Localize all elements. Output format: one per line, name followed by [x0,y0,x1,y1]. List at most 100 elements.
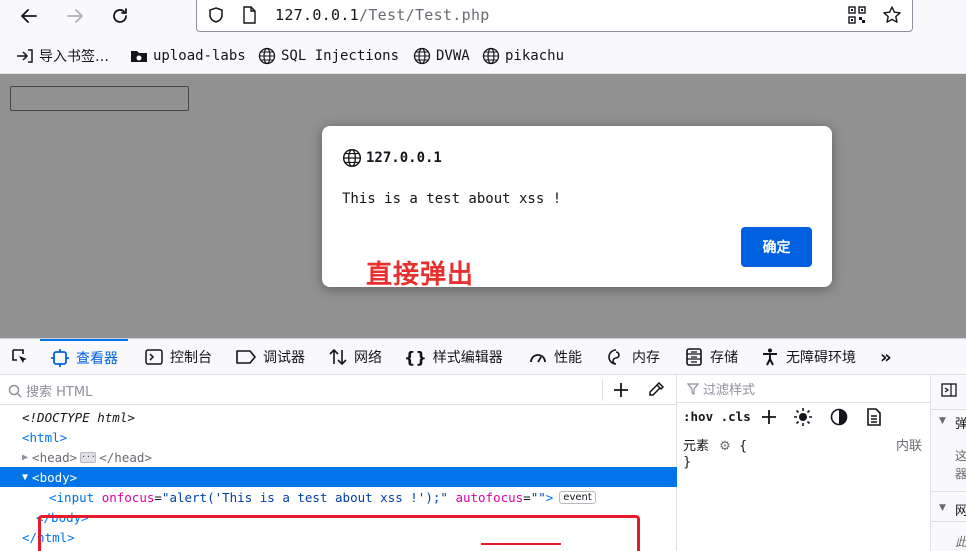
filter-placeholder: 过滤样式 [703,383,756,398]
element-label: 元素 [683,439,710,454]
inspector-icon [51,349,69,367]
arrow-right-icon [67,9,83,23]
tab-performance[interactable]: 性能 [528,339,582,375]
more-tabs-button[interactable]: » [880,339,892,375]
collapsed-ellipsis-icon[interactable]: ··· [80,451,97,463]
tag-name: input [56,489,95,505]
devtools-tabbar: 查看器 控制台 调试器 网络 {} 样式编辑器 性能 内存 存储 无障碍环境 » [0,339,966,375]
network-icon [329,348,347,366]
doctype-text: <!DOCTYPE html> [22,409,135,425]
annotation-highlight-box [38,515,640,551]
devtools-side-panel: ▼ 弹 这 器 ▼ 网 此 [930,375,966,551]
accessibility-icon [763,348,777,366]
bookmark-label: pikachu [505,48,565,64]
braces-icon: {} [404,347,427,367]
arrow-left-icon [21,9,37,23]
side-text: 器 [955,467,966,481]
side-section-label: 网 [955,504,966,519]
url-path: /Test/Test.php [358,6,490,24]
tab-label: 内存 [632,350,660,366]
bookmark-label: 导入书签… [39,49,109,65]
url-text[interactable]: 127.0.0.1/Test/Test.php [275,6,490,24]
tag-name: head [114,449,145,465]
bookmark-import[interactable]: 导入书签… [16,46,109,66]
url-bar[interactable]: 127.0.0.1/Test/Test.php [196,0,913,32]
eyedropper-icon[interactable] [647,381,665,399]
filter-styles-input[interactable]: 过滤样式 [677,375,930,403]
tree-line-input[interactable]: < input onfocus = "alert('This is a test ab… [0,487,677,507]
dark-mode-icon[interactable] [829,407,849,427]
triangle-down-icon[interactable]: ▼ [939,416,946,426]
rules-panel: 过滤样式 :hov .cls 元素 ⚙ { 内联 } [677,375,930,551]
tab-memory[interactable]: 内存 [606,339,660,375]
attr-name: autofocus [455,489,524,505]
forward-button[interactable] [60,3,90,29]
triangle-right-icon[interactable]: ▶ [22,452,28,463]
bookmark-pikachu[interactable]: pikachu [482,46,564,66]
dialog-origin: 127.0.0.1 [342,148,442,168]
bookmark-dvwa[interactable]: DVWA [413,46,470,66]
print-media-icon[interactable] [865,407,883,427]
attr-value: "" [530,489,546,505]
add-node-icon[interactable] [612,381,630,399]
panel-toggle-icon[interactable] [941,383,957,397]
tab-network[interactable]: 网络 [328,339,382,375]
debugger-icon [236,350,256,364]
folder-icon [131,51,147,62]
navigation-toolbar: 127.0.0.1/Test/Test.php [0,0,966,36]
triangle-down-icon[interactable]: ▼ [939,503,946,513]
tab-storage[interactable]: 存储 [684,339,738,375]
tree-line-html[interactable]: < html > [0,427,677,447]
tree-line-doctype[interactable]: <!DOCTYPE html> [0,407,677,427]
star-icon[interactable] [882,5,902,25]
tab-accessibility[interactable]: 无障碍环境 [760,339,856,375]
picker-icon [12,349,27,363]
back-button[interactable] [14,3,44,29]
tag-name: body [39,469,70,485]
rules-list: 元素 ⚙ { 内联 } [683,435,928,473]
ok-button[interactable]: 确定 [741,227,812,267]
inline-label: 内联 [895,439,922,454]
divider [931,521,966,522]
annotation-text: 直接弹出 [366,260,475,290]
page-icon[interactable] [241,6,257,24]
tab-label: 存储 [710,350,738,366]
hov-cls-toggle[interactable]: :hov .cls [683,409,751,424]
sun-icon[interactable] [793,407,813,427]
tab-label: 查看器 [76,351,118,367]
tree-line-head[interactable]: ▶ < head > ··· </head > [0,447,677,467]
globe-icon [413,47,431,65]
tab-style-editor[interactable]: {} 样式编辑器 [404,339,503,375]
triangle-down-icon[interactable]: ▼ [22,472,28,483]
rules-toolbar: :hov .cls [677,403,930,431]
search-icon [8,384,22,398]
bookmark-upload-labs[interactable]: upload-labs [130,46,246,66]
memory-icon [608,349,620,365]
qr-code-icon[interactable] [848,6,866,24]
search-html-input[interactable]: 搜索 HTML [8,381,92,400]
filter-icon [687,382,699,395]
divider [931,409,966,410]
tab-debugger[interactable]: 调试器 [235,339,305,375]
divider [931,491,966,492]
reload-button[interactable] [105,3,135,29]
globe-icon [258,47,276,65]
brace-open: { [738,439,748,454]
shield-icon[interactable] [207,6,225,24]
console-icon [145,349,163,365]
dialog-message: This is a test about xss ! [342,191,562,207]
tab-inspector[interactable]: 查看器 [40,339,128,375]
import-icon [17,49,33,63]
gear-icon[interactable]: ⚙ [719,439,731,454]
event-badge[interactable]: event [559,490,596,504]
add-rule-icon[interactable] [760,408,778,426]
tree-line-body-selected[interactable]: ▼ < body > [0,467,677,487]
tab-console[interactable]: 控制台 [144,339,212,375]
side-text: 这 [955,449,966,463]
bookmark-sql-injections[interactable]: SQL Injections [258,46,399,66]
tag-name: html [29,429,60,445]
tab-label: 控制台 [170,350,212,366]
url-host: 127.0.0.1 [275,6,359,24]
globe-icon [482,47,500,65]
element-picker-button[interactable] [10,339,34,375]
